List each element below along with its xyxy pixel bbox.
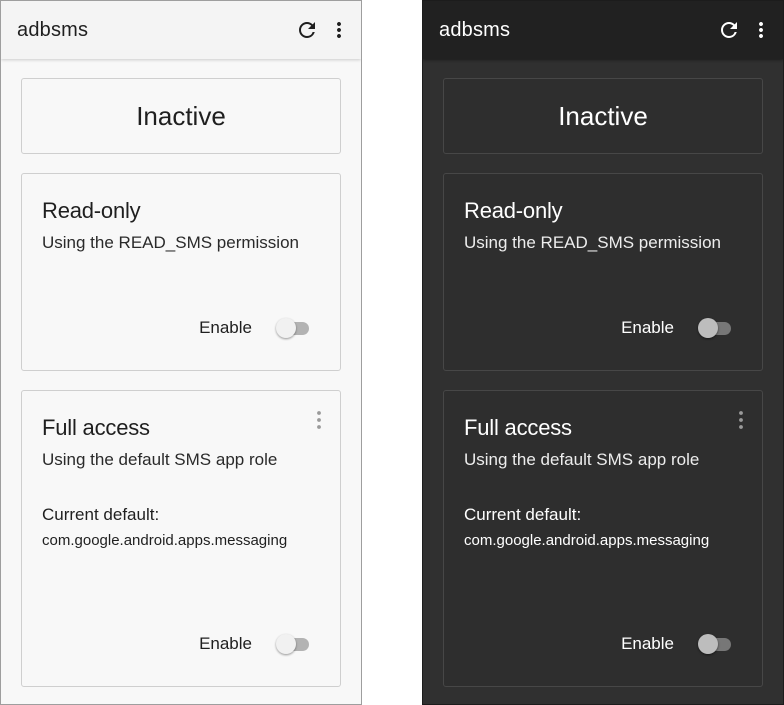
read-only-enable-label: Enable: [621, 318, 674, 337]
status-card: Inactive: [443, 78, 763, 154]
more-vert-icon: [337, 22, 341, 38]
read-only-enable-row: Enable: [621, 317, 732, 339]
overflow-menu-button[interactable]: [323, 14, 355, 46]
full-access-enable-switch[interactable]: [276, 633, 310, 655]
app-bar-actions: [713, 14, 777, 46]
read-only-enable-label: Enable: [199, 318, 252, 337]
read-only-subtitle: Using the READ_SMS permission: [42, 233, 299, 252]
full-access-card: Full access Using the default SMS app ro…: [21, 390, 341, 687]
app-bar-actions: [291, 14, 355, 46]
app-title: adbsms: [439, 18, 511, 41]
full-access-subtitle: Using the default SMS app role: [42, 450, 278, 469]
current-default-label: Current default:: [42, 505, 160, 524]
light-screen: adbsms Inactive Read-only Using the READ…: [0, 0, 362, 705]
full-access-title: Full access: [42, 415, 150, 440]
current-default-value: com.google.android.apps.messaging: [42, 532, 288, 549]
status-card: Inactive: [21, 78, 341, 154]
switch-thumb: [276, 318, 296, 338]
more-vert-icon: [317, 411, 321, 429]
refresh-icon: [299, 22, 315, 38]
app-bar: adbsms: [1, 1, 361, 59]
refresh-icon: [721, 22, 737, 38]
app-bar: adbsms: [423, 1, 783, 59]
full-access-enable-switch[interactable]: [698, 633, 732, 655]
full-access-menu-button[interactable]: [733, 409, 749, 431]
read-only-card: Read-only Using the READ_SMS permission …: [21, 173, 341, 371]
full-access-enable-label: Enable: [621, 634, 674, 653]
status-text: Inactive: [558, 100, 648, 131]
full-access-subtitle: Using the default SMS app role: [464, 450, 700, 469]
read-only-card: Read-only Using the READ_SMS permission …: [443, 173, 763, 371]
full-access-menu-button[interactable]: [311, 409, 327, 431]
full-access-enable-row: Enable: [621, 633, 732, 655]
dark-screen: adbsms Inactive Read-only Using the READ…: [422, 0, 784, 705]
more-vert-icon: [759, 22, 763, 38]
overflow-menu-button[interactable]: [745, 14, 777, 46]
read-only-enable-row: Enable: [199, 317, 310, 339]
read-only-enable-switch[interactable]: [698, 317, 732, 339]
refresh-button[interactable]: [713, 14, 745, 46]
app-title: adbsms: [17, 18, 89, 41]
full-access-enable-label: Enable: [199, 634, 252, 653]
more-vert-icon: [739, 411, 743, 429]
refresh-button[interactable]: [291, 14, 323, 46]
read-only-title: Read-only: [42, 198, 141, 223]
current-default-value: com.google.android.apps.messaging: [464, 532, 710, 549]
switch-thumb: [698, 634, 718, 654]
current-default-label: Current default:: [464, 505, 582, 524]
switch-thumb: [698, 318, 718, 338]
full-access-card: Full access Using the default SMS app ro…: [443, 390, 763, 687]
read-only-subtitle: Using the READ_SMS permission: [464, 233, 721, 252]
read-only-enable-switch[interactable]: [276, 317, 310, 339]
full-access-title: Full access: [464, 415, 572, 440]
full-access-enable-row: Enable: [199, 633, 310, 655]
read-only-title: Read-only: [464, 198, 563, 223]
switch-thumb: [276, 634, 296, 654]
status-text: Inactive: [136, 100, 226, 131]
